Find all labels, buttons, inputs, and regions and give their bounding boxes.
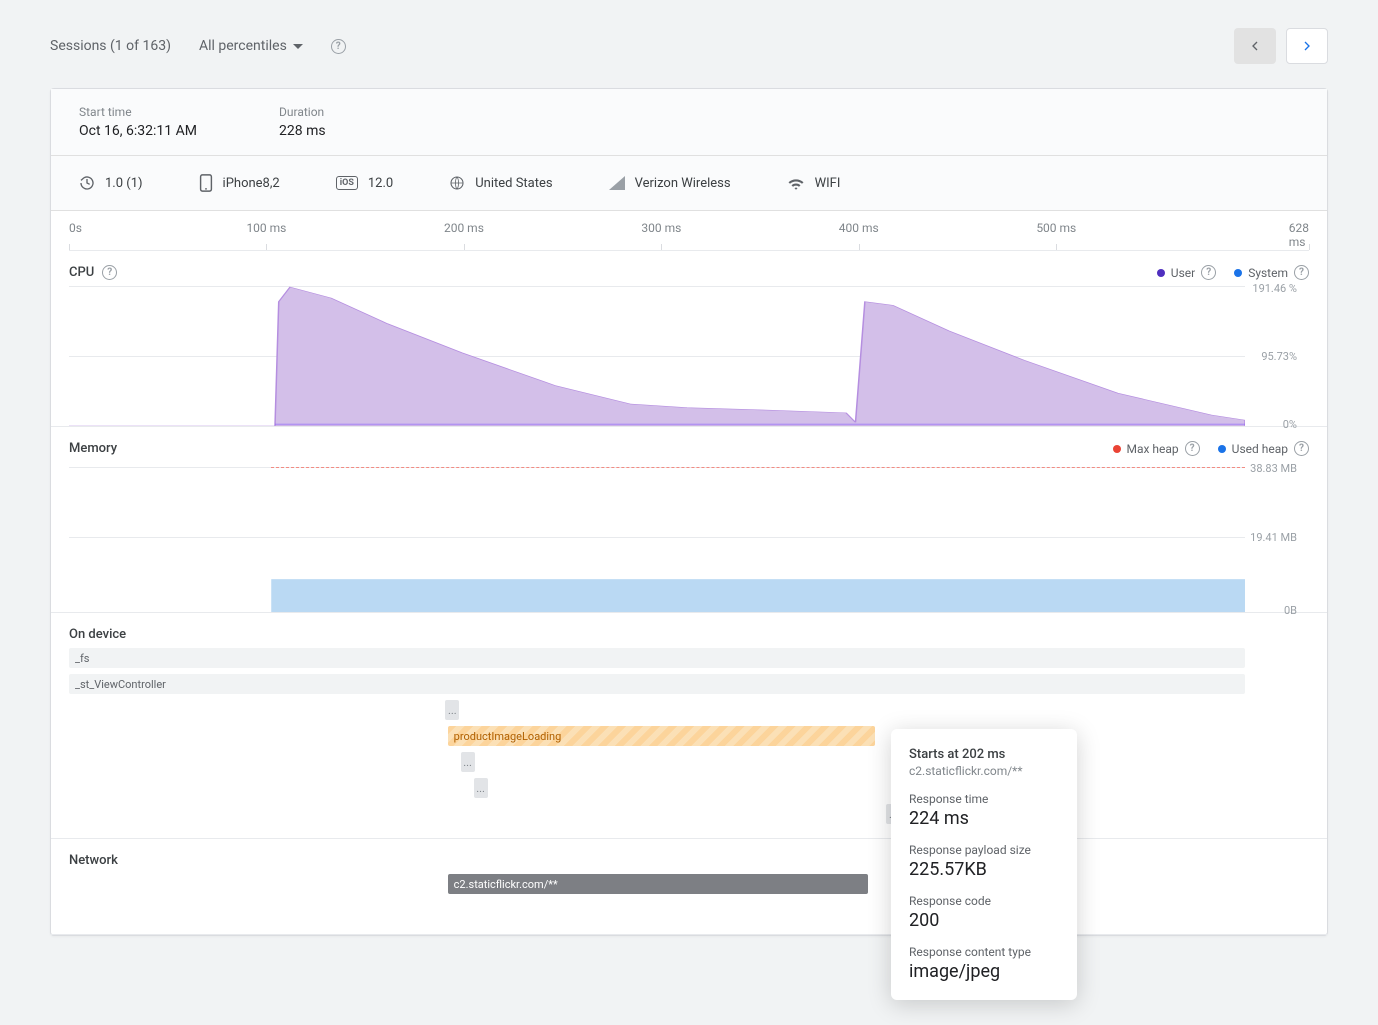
- signal-icon: [609, 176, 625, 190]
- tick-label: 500 ms: [1036, 221, 1076, 235]
- tooltip-ctype-value: image/jpeg: [909, 961, 1059, 982]
- tooltip-payload-label: Response payload size: [909, 843, 1059, 857]
- on-device-title: On device: [69, 627, 126, 642]
- cpu-svg: [69, 286, 1245, 426]
- country-value: United States: [475, 176, 552, 191]
- carrier: Verizon Wireless: [609, 176, 731, 191]
- version-icon: [79, 175, 95, 191]
- os-version: iOS 12.0: [336, 176, 394, 191]
- duration-label: Duration: [279, 105, 479, 119]
- prev-session-button[interactable]: [1234, 28, 1276, 64]
- tooltip-response-time-value: 224 ms: [909, 808, 1059, 829]
- tooltip-code-value: 200: [909, 910, 1059, 931]
- trace-product-image-label: productImageLoading: [454, 730, 562, 743]
- memory-panel: Memory Max heap Used heap 38.83 MB 19.41…: [51, 427, 1327, 613]
- sessions-count: Sessions (1 of 163): [50, 38, 171, 54]
- cpu-title: CPU: [69, 265, 94, 280]
- help-icon[interactable]: [1294, 265, 1309, 280]
- session-header: Start time Oct 16, 6:32:11 AM Duration 2…: [51, 89, 1327, 156]
- legend-user-dot: [1157, 269, 1165, 277]
- chevron-right-icon: [1299, 38, 1315, 54]
- duration-value: 228 ms: [279, 123, 479, 139]
- app-version: 1.0 (1): [79, 175, 143, 191]
- tick-label: 200 ms: [444, 221, 484, 235]
- start-time-label: Start time: [79, 105, 279, 119]
- tooltip-payload-value: 225.57KB: [909, 859, 1059, 880]
- carrier-value: Verizon Wireless: [635, 176, 731, 191]
- session-card: Start time Oct 16, 6:32:11 AM Duration 2…: [50, 88, 1328, 936]
- session-meta: 1.0 (1) iPhone8,2 iOS 12.0 United States: [51, 156, 1327, 211]
- percentile-label: All percentiles: [199, 38, 287, 54]
- legend-system-dot: [1234, 269, 1242, 277]
- cpu-y-tick: 95.73%: [1261, 350, 1297, 363]
- network-tooltip: Starts at 202 ms c2.staticflickr.com/** …: [891, 729, 1077, 1000]
- legend-user: User: [1171, 266, 1195, 280]
- version-value: 1.0 (1): [105, 176, 143, 191]
- tick-label: 0s: [69, 221, 82, 235]
- tick-label: 400 ms: [839, 221, 879, 235]
- cpu-chart[interactable]: 191.46 % 95.73% 0%: [69, 286, 1245, 426]
- network-request-bar[interactable]: c2.staticflickr.com/**: [448, 874, 868, 894]
- country: United States: [449, 175, 552, 191]
- tooltip-code-label: Response code: [909, 894, 1059, 908]
- memory-svg: [69, 462, 1245, 612]
- legend-maxheap: Max heap: [1127, 442, 1179, 456]
- network-title: Network: [69, 853, 118, 868]
- cpu-y-tick: 191.46 %: [1252, 282, 1297, 295]
- tick-label: 100 ms: [246, 221, 286, 235]
- chevron-left-icon: [1247, 38, 1263, 54]
- os-icon: iOS: [336, 176, 358, 190]
- trace-product-image-loading[interactable]: productImageLoading: [448, 726, 875, 746]
- chevron-down-icon: [293, 44, 303, 49]
- topbar: Sessions (1 of 163) All percentiles: [50, 28, 1328, 64]
- network-request-label: c2.staticflickr.com/**: [454, 878, 558, 891]
- os-value: 12.0: [368, 176, 393, 191]
- trace-view-controller[interactable]: _st_ViewController: [69, 674, 1245, 694]
- cpu-panel: CPU User System 191.46 % 95.73% 0%: [51, 251, 1327, 427]
- trace-ellipsis[interactable]: ...: [474, 778, 488, 798]
- legend-maxheap-dot: [1113, 445, 1121, 453]
- tooltip-url: c2.staticflickr.com/**: [909, 764, 1059, 778]
- memory-chart[interactable]: 38.83 MB 19.41 MB 0B: [69, 462, 1245, 612]
- on-device-panel: On device _fs _st_ViewController ...: [51, 613, 1327, 839]
- memory-y-tick: 19.41 MB: [1250, 531, 1297, 544]
- trace-ellipsis[interactable]: ...: [445, 700, 459, 720]
- network-value: WIFI: [815, 176, 841, 191]
- trace-vc-label: _st_ViewController: [75, 678, 166, 691]
- trace-fs[interactable]: _fs: [69, 648, 1245, 668]
- globe-icon: [449, 175, 465, 191]
- start-time-value: Oct 16, 6:32:11 AM: [79, 123, 279, 139]
- timeline-ruler: 0s 100 ms 200 ms 300 ms 400 ms 500 ms 62…: [69, 211, 1309, 251]
- help-icon[interactable]: [1185, 441, 1200, 456]
- tooltip-response-time-label: Response time: [909, 792, 1059, 806]
- next-session-button[interactable]: [1286, 28, 1328, 64]
- legend-usedheap: Used heap: [1232, 442, 1288, 456]
- device-value: iPhone8,2: [223, 176, 280, 191]
- help-icon[interactable]: [331, 39, 346, 54]
- help-icon[interactable]: [102, 265, 117, 280]
- legend-usedheap-dot: [1218, 445, 1226, 453]
- help-icon[interactable]: [1201, 265, 1216, 280]
- device-icon: [199, 174, 213, 192]
- cpu-legend: User System: [1157, 265, 1309, 280]
- tooltip-ctype-label: Response content type: [909, 945, 1059, 959]
- memory-legend: Max heap Used heap: [1113, 441, 1310, 456]
- trace-fs-label: _fs: [75, 652, 89, 665]
- help-icon[interactable]: [1294, 441, 1309, 456]
- network-panel: Network c2.staticflickr.com/**: [51, 839, 1327, 935]
- memory-title: Memory: [69, 441, 117, 456]
- network-type: WIFI: [787, 176, 841, 191]
- device-model: iPhone8,2: [199, 174, 280, 192]
- tick-label: 628 ms: [1289, 221, 1309, 249]
- percentile-select[interactable]: All percentiles: [199, 38, 303, 54]
- trace-ellipsis[interactable]: ...: [461, 752, 475, 772]
- tick-label: 300 ms: [641, 221, 681, 235]
- tooltip-starts-label: Starts at 202 ms: [909, 747, 1059, 762]
- legend-system: System: [1248, 266, 1288, 280]
- memory-y-tick: 38.83 MB: [1250, 462, 1297, 475]
- wifi-icon: [787, 176, 805, 190]
